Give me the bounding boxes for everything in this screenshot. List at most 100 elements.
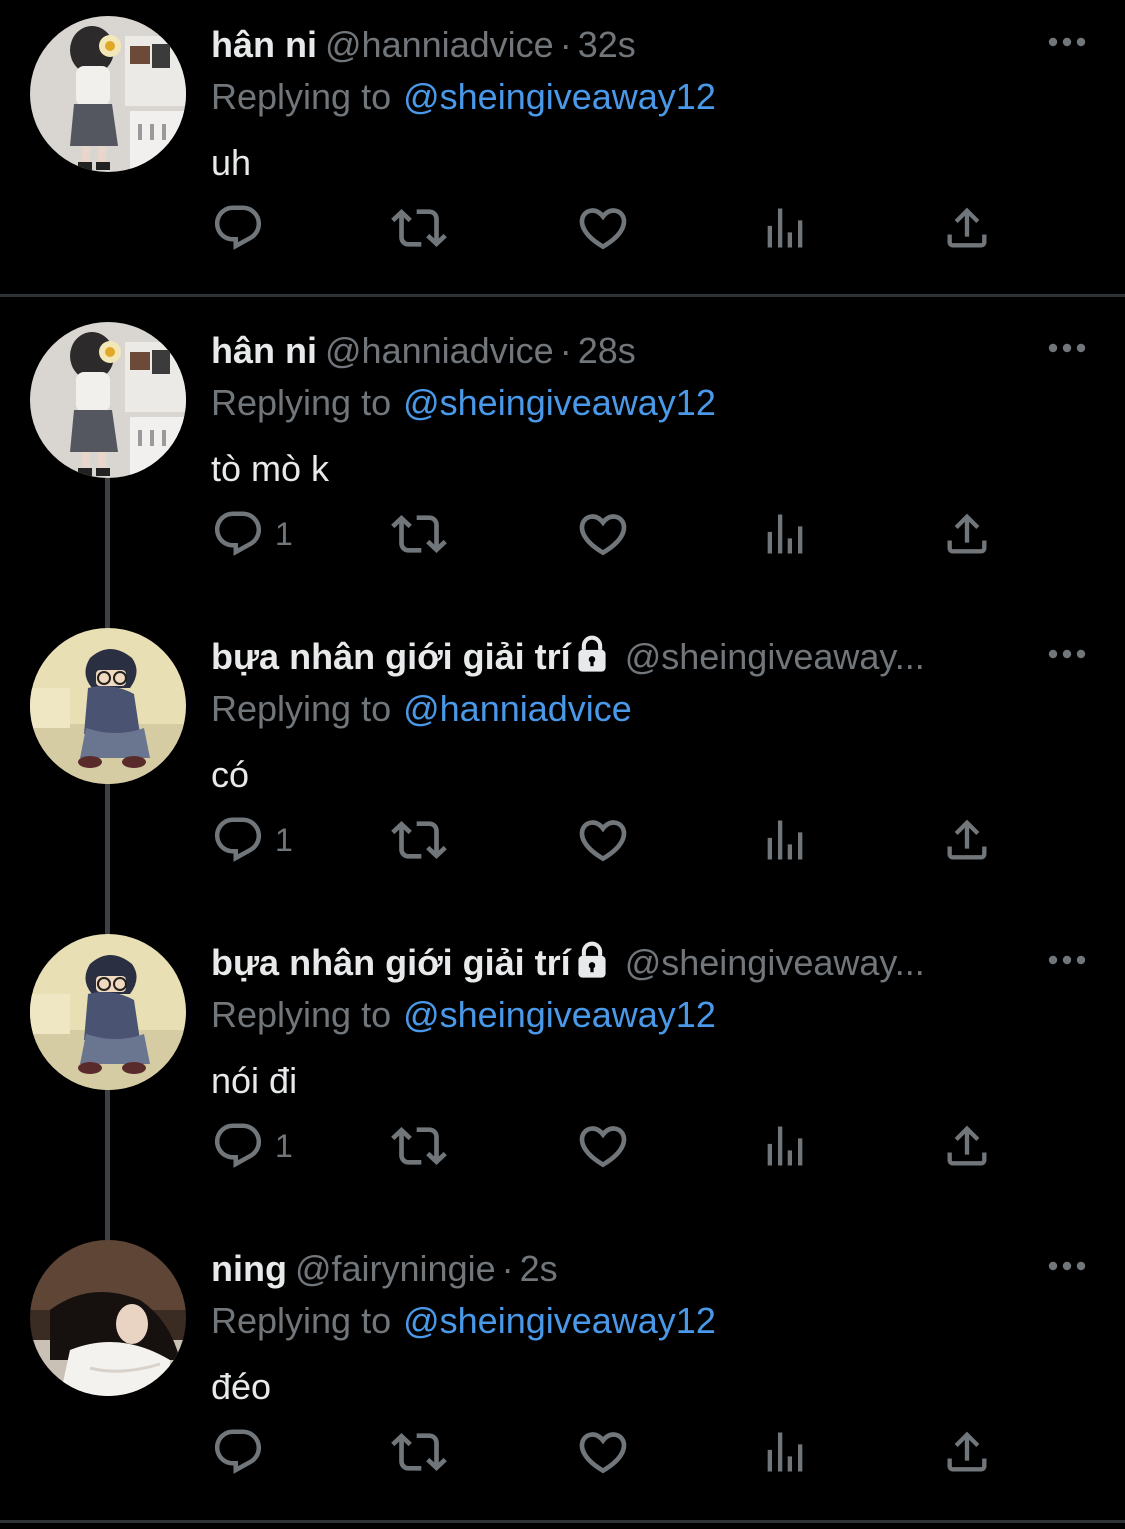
replying-to-line: Replying to @sheingiveaway12: [211, 1298, 716, 1344]
like-button[interactable]: [575, 812, 631, 868]
tweet-item[interactable]: bựa nhân giới giải trí @sheingiveaway... …: [0, 918, 1125, 1224]
reply-button[interactable]: 1: [211, 506, 293, 562]
tweet-item[interactable]: hân ni @hanniadvice · 28s Replying to @shein…: [0, 306, 1125, 618]
replying-to-line: Replying to @hanniadvice: [211, 686, 632, 732]
share-button[interactable]: [941, 1424, 993, 1480]
tweet-item[interactable]: hân ni @hanniadvice · 32s Replying to @shein…: [0, 0, 1125, 297]
conan-avatar-image: [30, 628, 186, 784]
reply-button[interactable]: 1: [211, 812, 293, 868]
more-options-icon[interactable]: [1047, 1260, 1087, 1272]
user-handle[interactable]: @sheingiveaway...: [625, 636, 925, 677]
hanni-avatar-image: [30, 16, 186, 172]
avatar[interactable]: [30, 16, 186, 172]
share-icon: [941, 508, 993, 560]
views-button[interactable]: [759, 1424, 811, 1480]
more-options-icon[interactable]: [1047, 342, 1087, 354]
retweet-icon: [391, 1118, 447, 1174]
tweet-item[interactable]: ning @fairyningie · 2s Replying to @sheingiv…: [0, 1224, 1125, 1529]
retweet-icon: [391, 506, 447, 562]
heart-icon: [575, 812, 631, 868]
timestamp[interactable]: 32s: [578, 24, 636, 65]
replying-to-label: Replying to: [211, 76, 392, 117]
mention-link[interactable]: @sheingiveaway12: [403, 76, 716, 117]
retweet-button[interactable]: [391, 812, 447, 868]
display-name[interactable]: bựa nhân giới giải trí: [211, 636, 571, 677]
share-icon: [941, 1426, 993, 1478]
reply-icon: [211, 507, 265, 561]
ning-avatar-image: [30, 1240, 186, 1396]
retweet-icon: [391, 812, 447, 868]
share-icon: [941, 1120, 993, 1172]
replying-to-line: Replying to @sheingiveaway12: [211, 74, 716, 120]
user-handle[interactable]: @hanniadvice: [325, 330, 554, 371]
tweet-header: bựa nhân giới giải trí @sheingiveaway...: [211, 634, 1015, 680]
avatar[interactable]: [30, 934, 186, 1090]
display-name[interactable]: ning: [211, 1248, 287, 1289]
heart-icon: [575, 1118, 631, 1174]
views-button[interactable]: [759, 200, 811, 256]
timestamp[interactable]: 2s: [520, 1248, 558, 1289]
views-button[interactable]: [759, 1118, 811, 1174]
avatar[interactable]: [30, 1240, 186, 1396]
views-button[interactable]: [759, 812, 811, 868]
retweet-button[interactable]: [391, 1118, 447, 1174]
like-button[interactable]: [575, 200, 631, 256]
retweet-button[interactable]: [391, 200, 447, 256]
avatar[interactable]: [30, 322, 186, 478]
like-button[interactable]: [575, 506, 631, 562]
reply-count: 1: [275, 1127, 293, 1164]
reply-icon: [211, 813, 265, 867]
reply-icon: [211, 201, 265, 255]
replying-to-line: Replying to @sheingiveaway12: [211, 992, 716, 1038]
action-bar: 1: [211, 812, 1011, 868]
mention-link[interactable]: @hanniadvice: [403, 688, 632, 729]
display-name[interactable]: hân ni: [211, 330, 317, 371]
action-bar: 1: [211, 506, 1011, 562]
reply-button[interactable]: [211, 200, 275, 256]
tweet-item[interactable]: bựa nhân giới giải trí @sheingiveaway... …: [0, 612, 1125, 924]
avatar[interactable]: [30, 628, 186, 784]
separator-dot: ·: [559, 330, 572, 371]
more-options-icon[interactable]: [1047, 648, 1087, 660]
replying-to-label: Replying to: [211, 382, 392, 423]
reply-button[interactable]: [211, 1424, 275, 1480]
lock-icon: [573, 941, 611, 979]
share-button[interactable]: [941, 1118, 993, 1174]
tweet-header: ning @fairyningie · 2s: [211, 1246, 1015, 1292]
mention-link[interactable]: @sheingiveaway12: [403, 382, 716, 423]
like-button[interactable]: [575, 1424, 631, 1480]
mention-link[interactable]: @sheingiveaway12: [403, 1300, 716, 1341]
tweet-text: tò mò k: [211, 448, 330, 489]
views-button[interactable]: [759, 506, 811, 562]
tweet-header: hân ni @hanniadvice · 32s: [211, 22, 1015, 68]
more-options-icon[interactable]: [1047, 954, 1087, 966]
reply-button[interactable]: 1: [211, 1118, 293, 1174]
user-handle[interactable]: @sheingiveaway...: [625, 942, 925, 983]
action-bar: 1: [211, 1118, 1011, 1174]
like-button[interactable]: [575, 1118, 631, 1174]
timestamp[interactable]: 28s: [578, 330, 636, 371]
user-handle[interactable]: @hanniadvice: [325, 24, 554, 65]
display-name[interactable]: bựa nhân giới giải trí: [211, 942, 571, 983]
mention-link[interactable]: @sheingiveaway12: [403, 994, 716, 1035]
reply-feed: hân ni @hanniadvice · 32s Replying to @shein…: [0, 0, 1125, 1529]
retweet-button[interactable]: [391, 506, 447, 562]
conan-avatar-image: [30, 934, 186, 1090]
divider: [0, 1520, 1125, 1523]
share-button[interactable]: [941, 812, 993, 868]
views-icon: [759, 508, 811, 560]
share-button[interactable]: [941, 200, 993, 256]
lock-icon: [573, 635, 611, 673]
replying-to-label: Replying to: [211, 688, 392, 729]
reply-icon: [211, 1425, 265, 1479]
heart-icon: [575, 200, 631, 256]
heart-icon: [575, 506, 631, 562]
reply-icon: [211, 1119, 265, 1173]
thread-connector: [105, 1224, 110, 1240]
more-options-icon[interactable]: [1047, 36, 1087, 48]
display-name[interactable]: hân ni: [211, 24, 317, 65]
retweet-button[interactable]: [391, 1424, 447, 1480]
share-button[interactable]: [941, 506, 993, 562]
tweet-text: có: [211, 754, 250, 795]
user-handle[interactable]: @fairyningie: [295, 1248, 496, 1289]
